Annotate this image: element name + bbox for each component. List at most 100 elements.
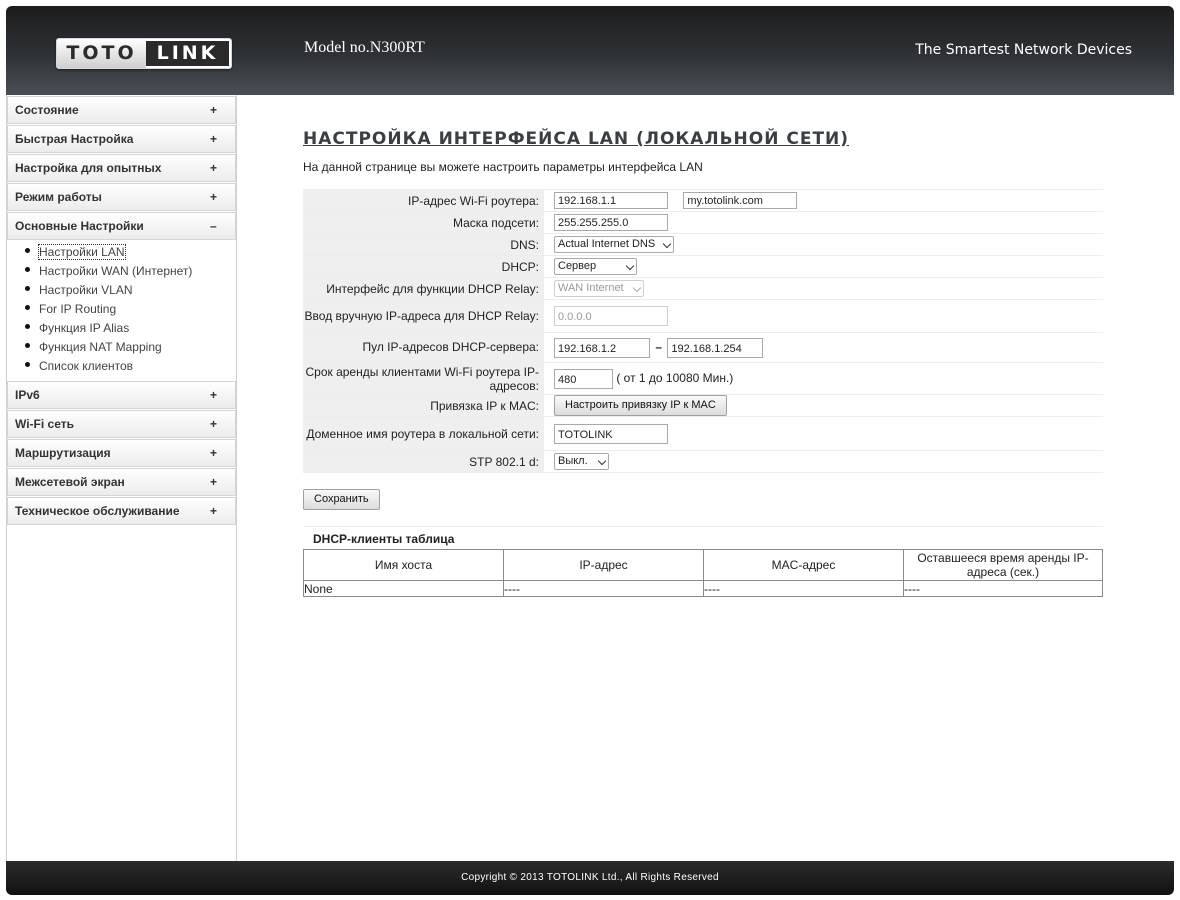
chevron-down-icon [662,239,672,249]
menu-label: Быстрая Настройка [15,132,134,146]
menu-advanced-setup[interactable]: Настройка для опытных + [7,154,236,182]
menu-operation-mode[interactable]: Режим работы + [7,183,236,211]
submenu-ip-alias[interactable]: Функция IP Alias [7,319,236,338]
main-content: НАСТРОЙКА ИНТЕРФЕЙСА LAN (ЛОКАЛЬНОЙ СЕТИ… [237,95,1174,861]
table-row: None ---- ---- ---- [303,580,1103,597]
column-lease-remaining: Оставшееся время аренды IP-адреса (сек.) [903,549,1103,581]
ip-mac-binding-label: Привязка IP к MAC: [303,394,544,417]
submenu-client-list[interactable]: Список клиентов [7,357,236,376]
form-row-mask: Маска подсети: 255.255.255.0 [303,211,1103,234]
form-row-lease: Срок аренды клиентами Wi-Fi роутера IP-а… [303,362,1103,395]
ip-address-input[interactable]: 192.168.1.1 [554,192,668,209]
router-domain-label: Доменное имя роутера в локальной сети: [303,416,544,451]
bullet-icon [25,248,30,254]
tagline: The Smartest Network Devices [915,42,1132,58]
lease-time-label: Срок аренды клиентами Wi-Fi роутера IP-а… [303,362,544,395]
menu-basic-settings[interactable]: Основные Настройки – [7,212,236,240]
cell-lease-remaining: ---- [903,580,1103,597]
menu-label: Wi-Fi сеть [15,417,74,431]
ip-address-label: IP-адрес Wi-Fi роутера: [303,189,544,212]
lease-time-hint: ( от 1 до 10080 Мин.) [616,370,734,385]
dhcp-clients-title: DHCP-клиенты таблица [303,526,1103,546]
expand-icon: + [210,475,218,489]
relay-interface-label: Интерфейс для функции DHCP Relay: [303,277,544,300]
submenu-label: Настройки WAN (Интернет) [39,264,193,278]
menu-quick-setup[interactable]: Быстрая Настройка + [7,125,236,153]
chevron-down-icon [597,456,607,466]
bullet-icon [25,305,30,311]
relay-interface-select[interactable]: WAN Internet [554,280,644,297]
column-mac-address: MAC-адрес [703,549,904,581]
domain-name-input[interactable]: my.totolink.com [683,192,798,209]
dns-select[interactable]: Actual Internet DNS [554,236,674,253]
cell-hostname: None [303,580,504,597]
logo-text-link: LINK [146,41,229,66]
model-number: Model no.N300RT [304,39,425,56]
form-row-binding: Привязка IP к MAC: Настроить привязку IP… [303,394,1103,417]
submenu-label: Функция IP Alias [39,321,130,335]
ip-mac-binding-button[interactable]: Настроить привязку IP к MAC [554,395,727,416]
dhcp-mode-select[interactable]: Сервер [554,258,637,275]
dhcp-label: DHCP: [303,255,544,278]
subnet-mask-label: Маска подсети: [303,211,544,234]
menu-wifi[interactable]: Wi-Fi сеть + [7,410,236,438]
dhcp-mode-value: Сервер [558,260,597,272]
logo-text-toto: TOTO [57,39,146,68]
bullet-icon [25,324,30,330]
menu-status[interactable]: Состояние + [7,96,236,124]
expand-icon: + [210,446,218,460]
relay-interface-value: WAN Internet [558,282,624,294]
expand-icon: + [210,504,218,518]
form-row-relay-ip: Ввод вручную IP-адреса для DHCP Relay: 0… [303,299,1103,333]
column-ip-address: IP-адрес [503,549,704,581]
menu-label: IPv6 [15,388,40,402]
router-domain-input[interactable]: TOTOLINK [554,423,668,444]
form-row-stp: STP 802.1 d: Выкл. [303,450,1103,473]
expand-icon: + [210,132,218,146]
form-row-relay-interface: Интерфейс для функции DHCP Relay: WAN In… [303,277,1103,300]
lease-time-input[interactable]: 480 [554,368,613,389]
submenu-ip-routing[interactable]: For IP Routing [7,300,236,319]
menu-ipv6[interactable]: IPv6 + [7,381,236,409]
dns-label: DNS: [303,233,544,256]
menu-label: Основные Настройки [15,219,144,233]
menu-label: Состояние [15,103,79,117]
chevron-down-icon [632,283,642,293]
submenu-nat-mapping[interactable]: Функция NAT Mapping [7,338,236,357]
menu-label: Межсетевой экран [15,475,125,489]
expand-icon: + [210,190,218,204]
dhcp-pool-start-input[interactable]: 192.168.1.2 [554,337,650,358]
cell-ip-address: ---- [503,580,704,597]
lan-settings-form: IP-адрес Wi-Fi роутера: 192.168.1.1 my.t… [303,189,1103,473]
save-button[interactable]: Сохранить [303,489,380,510]
menu-firewall[interactable]: Межсетевой экран + [7,468,236,496]
page-title: НАСТРОЙКА ИНТЕРФЕЙСА LAN (ЛОКАЛЬНОЙ СЕТИ… [303,129,850,149]
totolink-logo: TOTO LINK [56,38,232,69]
menu-maintenance[interactable]: Техническое обслуживание + [7,497,236,525]
menu-label: Режим работы [15,190,102,204]
menu-label: Техническое обслуживание [15,504,180,518]
form-row-ip: IP-адрес Wi-Fi роутера: 192.168.1.1 my.t… [303,189,1103,212]
basic-settings-submenu: Настройки LAN Настройки WAN (Интернет) Н… [7,240,236,380]
form-row-dhcp: DHCP: Сервер [303,255,1103,278]
dhcp-pool-end-input[interactable]: 192.168.1.254 [667,337,764,358]
pool-range-separator: – [655,339,663,354]
form-row-pool: Пул IP-адресов DHCP-сервера: 192.168.1.2… [303,332,1103,363]
submenu-label: Настройки LAN [38,244,126,260]
expand-icon: + [210,161,218,175]
submenu-lan-settings[interactable]: Настройки LAN [7,243,236,262]
bullet-icon [25,343,30,349]
submenu-wan-settings[interactable]: Настройки WAN (Интернет) [7,262,236,281]
menu-routing[interactable]: Маршрутизация + [7,439,236,467]
stp-select[interactable]: Выкл. [554,453,609,470]
submenu-label: Функция NAT Mapping [39,340,162,354]
subnet-mask-input[interactable]: 255.255.255.0 [554,214,668,231]
form-row-hostname: Доменное имя роутера в локальной сети: T… [303,416,1103,451]
submenu-vlan-settings[interactable]: Настройки VLAN [7,281,236,300]
dhcp-clients-table: Имя хоста IP-адрес MAC-адрес Оставшееся … [303,549,1103,597]
relay-ip-input[interactable]: 0.0.0.0 [554,306,668,326]
submenu-label: Настройки VLAN [39,283,133,297]
page-description: На данной странице вы можете настроить п… [303,160,703,174]
bullet-icon [25,362,30,368]
expand-icon: + [210,388,218,402]
